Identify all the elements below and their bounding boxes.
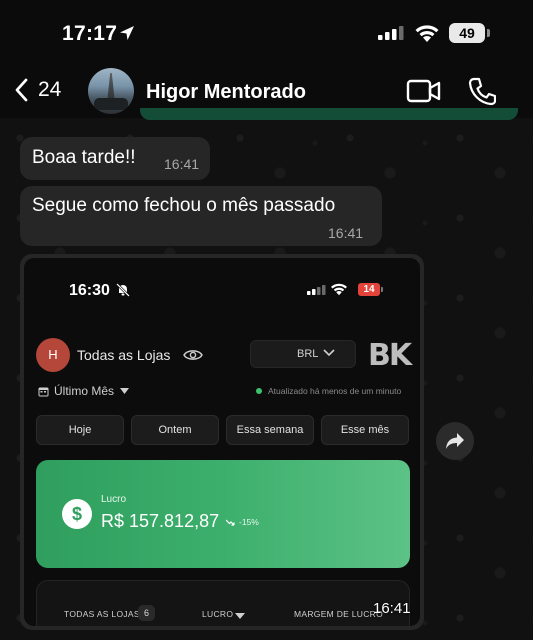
status-time: 17:17: [62, 22, 118, 45]
chip-this-week: Essa semana: [226, 415, 314, 445]
wifi-icon: [331, 283, 347, 296]
sort-caret-icon: [235, 613, 245, 619]
column-stores: TODAS AS LOJAS: [64, 609, 140, 619]
forward-button[interactable]: [436, 422, 474, 460]
dashboard-screenshot: 16:30 14 H Todas as Lojas BRL BK Último …: [24, 258, 420, 626]
image-message[interactable]: 16:30 14 H Todas as Lojas BRL BK Último …: [20, 254, 424, 630]
location-arrow-icon: [120, 26, 134, 40]
unread-count: 24: [38, 78, 62, 101]
update-status: Atualizado há menos de um minuto: [256, 386, 401, 396]
chip-yesterday: Ontem: [131, 415, 219, 445]
column-margin: MARGEM DE LUCRO: [294, 609, 384, 619]
status-dot: [256, 388, 262, 394]
message-time: 16:41: [164, 156, 200, 172]
dollar-icon: $: [62, 499, 92, 529]
forward-icon: [446, 433, 464, 449]
store-name: Todas as Lojas: [77, 347, 171, 363]
brand-logo: BK: [368, 338, 412, 373]
profit-value: R$ 157.812,87: [101, 511, 220, 531]
avatar-car: [94, 98, 128, 110]
back-chevron-icon: [15, 78, 28, 102]
stores-count-badge: 6: [138, 605, 155, 621]
battery-nub: [487, 29, 490, 37]
profit-delta: -15%: [226, 517, 259, 527]
phone-call-icon[interactable]: [468, 76, 496, 106]
profit-delta-value: -15%: [239, 517, 259, 527]
contact-name[interactable]: Higor Mentorado: [146, 81, 306, 104]
calendar-icon: [38, 387, 49, 396]
cellular-icon: [307, 285, 326, 295]
previous-message-bubble: [140, 108, 518, 120]
screenshot-time: 16:30: [69, 282, 110, 299]
period-selector: Último Mês: [38, 384, 130, 398]
message-time: 16:41: [328, 225, 364, 241]
store-avatar: H: [36, 338, 70, 372]
chevron-down-icon: [323, 349, 335, 357]
cellular-icon: [378, 26, 404, 40]
profit-label: Lucro: [101, 494, 127, 505]
contact-avatar[interactable]: [88, 68, 134, 114]
battery-nub: [381, 287, 383, 292]
video-call-icon[interactable]: [406, 78, 442, 104]
currency-select: BRL: [250, 340, 356, 368]
trend-down-icon: [226, 519, 235, 526]
message-bubble[interactable]: Segue como fechou o mês passado 16:41: [20, 186, 382, 246]
eye-icon: [183, 350, 203, 360]
battery-indicator: 49: [449, 23, 485, 43]
image-message-time: 16:41: [373, 600, 411, 617]
chip-today: Hoje: [36, 415, 124, 445]
caret-down-icon: [120, 388, 130, 394]
profit-card: $ Lucro R$ 157.812,87 -15%: [36, 460, 410, 568]
message-bubble[interactable]: Boaa tarde!! 16:41: [20, 137, 210, 180]
chip-this-month: Esse mês: [321, 415, 409, 445]
bell-slash-icon: [116, 283, 130, 297]
column-profit: LUCRO: [202, 609, 234, 619]
message-text: Segue como fechou o mês passado: [32, 195, 336, 216]
wifi-icon: [415, 25, 439, 42]
message-text: Boaa tarde!!: [32, 147, 136, 168]
battery-indicator: 14: [358, 283, 380, 296]
status-bar: 17:17 49: [0, 0, 533, 64]
stores-table-header: TODAS AS LOJAS 6 LUCRO MARGEM DE LUCRO: [36, 580, 410, 626]
back-button[interactable]: 24: [14, 78, 61, 102]
currency-value: BRL: [297, 348, 319, 360]
update-status-text: Atualizado há menos de um minuto: [268, 386, 402, 396]
period-label: Último Mês: [54, 384, 115, 398]
